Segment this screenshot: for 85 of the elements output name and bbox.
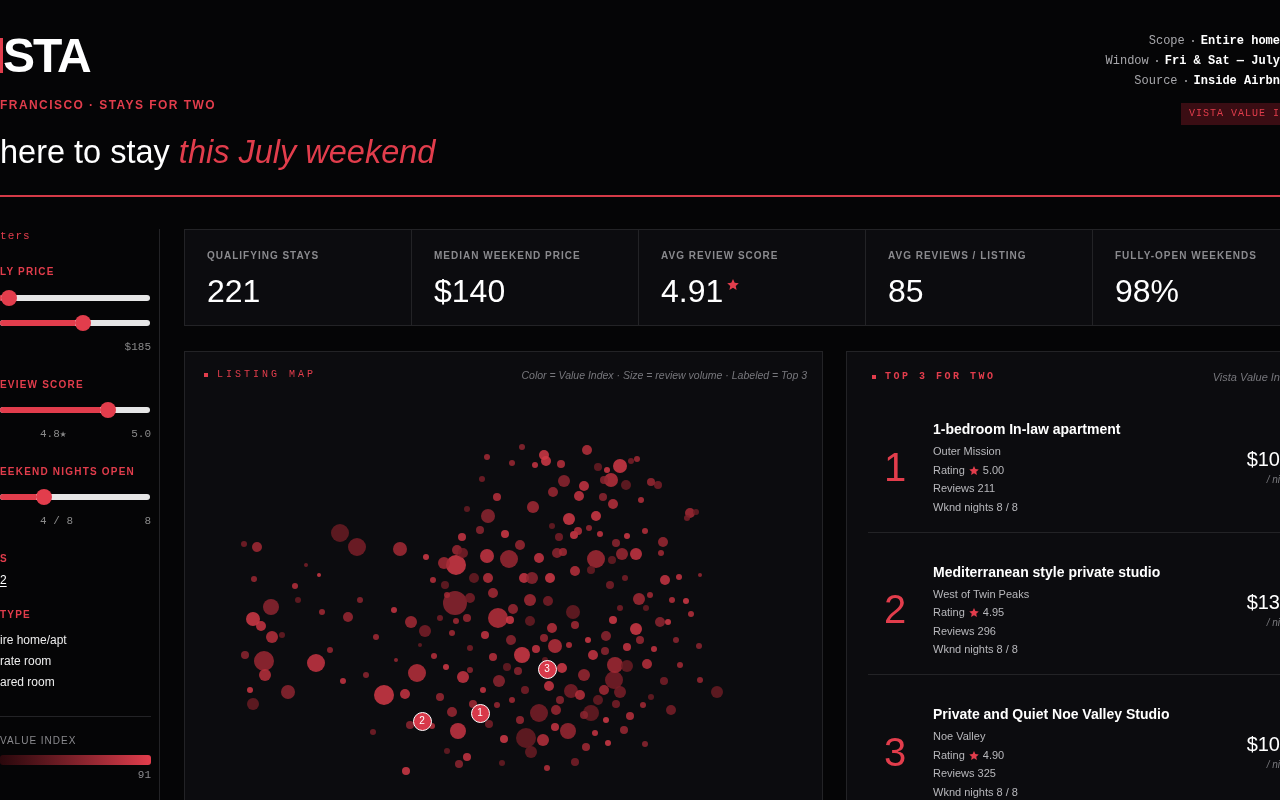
slider-thumb[interactable] [1,290,17,306]
room-type-option[interactable]: ire home/apt [0,630,67,651]
slider-track[interactable] [0,402,150,418]
star-icon [727,279,740,290]
kpi-label: QUALIFYING STAYS [207,250,320,262]
map-legend-note: Color = Value Index · Size = review volume · Labeled = Top 3 [521,369,807,381]
filter-label: S [0,552,9,566]
value-index-badge: VISTA VALUE I [1181,103,1280,125]
slider-thumb[interactable] [35,489,52,505]
kpi-value: 221 [207,273,261,309]
guest-count-value[interactable]: 2 [0,573,7,587]
room-type-option[interactable]: ared room [0,672,55,693]
ranking-note: Vista Value In [1212,371,1280,383]
kpi-value: 85 [888,273,924,309]
neighborhood-label: Noe Valley [933,730,986,743]
rank-number: 2 [884,587,908,632]
room-type-option[interactable]: rate room [0,651,52,672]
meta-label: Source [1134,73,1178,90]
kpi-label: AVG REVIEWS / LISTING [888,250,1027,262]
weekend-nights: Wknd nights 8 / 8 [933,785,1018,799]
kpi-value: $140 [434,273,506,309]
headline: here to stay this July weekend [0,133,436,172]
filter-label: EEKEND NIGHTS OPEN [0,465,136,479]
kpi-label: FULLY-OPEN WEEKENDS [1115,250,1257,262]
map-marker[interactable]: 2 [412,711,432,731]
review-count: Reviews 211 [933,482,996,495]
kpi-value: 98% [1115,273,1180,309]
meta-value: Inside Airbn [1193,73,1280,90]
review-count: Reviews 325 [933,767,996,780]
sidebar-title: ters [0,229,31,243]
panel-title: TOP 3 FOR TWO [885,371,996,383]
rank-number: 3 [884,729,908,774]
rating-label: Rating [933,748,965,762]
listing-price: $10 [1246,447,1280,472]
price-unit: / ni [1266,759,1280,772]
logo: STA [3,32,90,80]
price-unit: / ni [1266,616,1280,629]
filter-label: LY PRICE [0,265,56,279]
subtitle: FRANCISCO · STAYS FOR TWO [0,98,216,112]
panel-title: LISTING MAP [217,369,316,381]
meta-value: Entire home [1200,33,1280,50]
neighborhood-label: Outer Mission [933,445,1001,458]
filter-label: EVIEW SCORE [0,378,85,392]
rating-label: Rating [933,463,965,477]
slider-track[interactable] [0,489,150,505]
slider-reading: $185 [124,340,151,354]
rating-label: Rating [933,606,965,619]
meta-label: Scope [1148,33,1185,50]
star-icon [968,608,979,617]
listing-title[interactable]: Mediterranean style private studio [933,562,1161,581]
rank-number: 1 [884,444,908,489]
star-icon [968,750,979,760]
weekend-nights: Wknd nights 8 / 8 [933,500,1018,514]
star-icon [968,465,979,475]
legend-label: VALUE INDEX [0,734,77,748]
neighborhood-label: West of Twin Peaks [933,587,1030,601]
kpi-label: MEDIAN WEEKEND PRICE [434,250,581,262]
listing-price: $13 [1246,589,1280,614]
rating-value: 5.00 [982,463,1005,477]
review-count: Reviews 296 [933,624,996,638]
listing-title[interactable]: 1-bedroom In-law apartment [933,420,1121,438]
meta-label: Window [1105,53,1149,70]
slider-track[interactable] [0,315,150,331]
slider-thumb[interactable] [74,315,91,331]
price-unit: / ni [1266,474,1280,487]
listing-title[interactable]: Private and Quiet Noe Valley Studio [933,705,1170,723]
slider-thumb[interactable] [100,402,116,418]
filter-label: TYPE [0,608,32,622]
meta-value: Fri & Sat — July [1164,53,1280,70]
map-marker[interactable]: 3 [537,659,557,679]
slider-reading: 5.0 [131,427,151,441]
rating-value: 4.90 [982,748,1005,762]
bullet-icon [204,373,208,377]
slider-track[interactable] [0,290,150,306]
listing-price: $10 [1246,732,1280,757]
slider-value: 4 / 8 [40,514,73,528]
logo-accent-icon [0,38,3,73]
kpi-value: 4.91 [661,273,724,309]
legend-max-value: 91 [137,769,151,781]
rating-value: 4.95 [982,606,1005,619]
slider-reading: 8 [144,514,151,528]
slider-value: 4.8★ [40,427,67,441]
bullet-icon [872,375,876,379]
kpi-label: AVG REVIEW SCORE [661,250,779,262]
weekend-nights: Wknd nights 8 / 8 [933,643,1018,656]
